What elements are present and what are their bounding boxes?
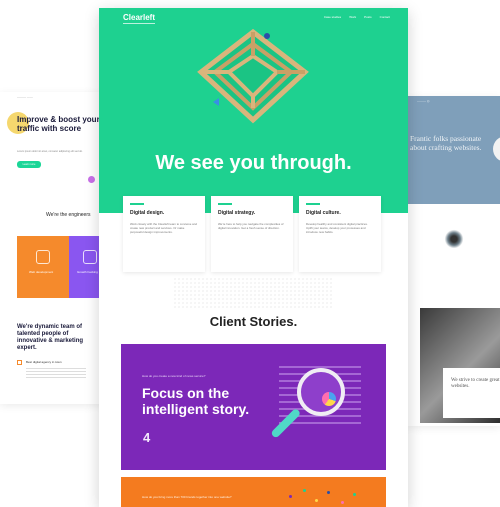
nav-link-contact[interactable]: Contact <box>380 15 390 19</box>
checkbox-icon <box>17 360 22 365</box>
magnifying-glass-icon <box>297 368 345 416</box>
story-title: Focus on the intelligent story. <box>142 385 250 417</box>
tile-label: Web development <box>29 270 54 274</box>
left-team-title: We're dynamic team of talented people of… <box>17 324 84 351</box>
artwork-image <box>443 228 465 250</box>
brand-logo[interactable]: Clearleft <box>123 13 155 22</box>
client-stories-heading: Client Stories. <box>209 314 298 329</box>
card-accent-bar <box>130 203 144 205</box>
service-tile-orange[interactable]: Web development <box>17 236 69 298</box>
left-hero-title: Improve & boost your traffic with score <box>17 115 100 133</box>
client-story-card-2[interactable]: How do you bring more than 700 brands to… <box>121 477 386 507</box>
service-icon <box>83 250 97 264</box>
left-hero-subtitle: Lorem ipsum dolor sit amet, consetur adi… <box>17 150 83 153</box>
check-label: Best digital agency in town <box>26 360 62 364</box>
hero-headline: We see you through. <box>155 152 352 174</box>
card-accent-bar <box>218 203 232 205</box>
service-card[interactable]: Digital design. Work closely with the Cl… <box>123 196 205 272</box>
confetti-decoration <box>303 489 306 492</box>
right-hero-title: Frantic folks passionate about crafting … <box>410 134 482 152</box>
confetti-decoration <box>289 495 292 498</box>
service-card[interactable]: Digital strategy. We're here to help you… <box>211 196 293 272</box>
service-card[interactable]: Digital culture. Develop healthy and con… <box>299 196 381 272</box>
right-logo: ——— ◎ <box>417 99 430 103</box>
card-body: Develop healthy and consistent digital p… <box>306 222 368 235</box>
service-cards: Digital design. Work closely with the Cl… <box>123 196 381 272</box>
brand-underline <box>123 23 155 24</box>
card-body: Work closely with the Clearleft team to … <box>130 222 197 235</box>
service-icon <box>36 250 50 264</box>
nav-link-work[interactable]: Work <box>349 15 356 19</box>
card-title: Digital culture. <box>306 210 341 216</box>
confetti-decoration <box>327 491 330 494</box>
main-nav: Case studies Work Posts Contact <box>324 15 390 19</box>
card-title: Digital design. <box>130 210 165 216</box>
story-question-2: How do you bring more than 700 brands to… <box>142 495 232 499</box>
main-page-mockup: Clearleft Case studies Work Posts Contac… <box>99 8 408 507</box>
left-section-title: We're the engineers <box>46 212 91 218</box>
dot-pattern-decoration <box>173 277 333 309</box>
channel-4-logo: 4 <box>143 430 151 445</box>
card-title: Digital strategy. <box>218 210 256 216</box>
tile-label: Growth hacking <box>77 270 98 274</box>
nav-link-case-studies[interactable]: Case studies <box>324 15 341 19</box>
card-body: We're here to help you navigate the comp… <box>218 222 284 231</box>
right-card-text: We strive to create great websites. <box>451 378 500 389</box>
paragraph-lines <box>26 368 86 378</box>
confetti-decoration <box>315 499 318 502</box>
left-cta-button[interactable]: Learn more <box>17 161 41 168</box>
confetti-decoration <box>341 501 344 504</box>
confetti-decoration <box>353 493 356 496</box>
left-page-mockup: ——— —— Improve & boost your traffic with… <box>0 92 102 404</box>
pie-chart-icon <box>322 392 336 406</box>
maze-illustration <box>197 28 309 124</box>
right-page-mockup: ——— ◎ Frantic folks passionate about cra… <box>407 96 500 426</box>
left-nav-logo: ——— —— <box>17 95 33 99</box>
screenshot-stage: ——— —— Improve & boost your traffic with… <box>0 0 500 507</box>
story-question: How do you create a new kind of news ser… <box>142 374 206 378</box>
hero-section: Clearleft Case studies Work Posts Contac… <box>99 8 408 213</box>
nav-link-posts[interactable]: Posts <box>364 15 372 19</box>
card-accent-bar <box>306 203 320 205</box>
right-text-card: We strive to create great websites. <box>443 368 500 418</box>
client-story-card[interactable]: How do you create a new kind of news ser… <box>121 344 386 470</box>
service-tile-purple[interactable]: Growth hacking <box>69 236 102 298</box>
purple-dot-decoration <box>88 176 95 183</box>
